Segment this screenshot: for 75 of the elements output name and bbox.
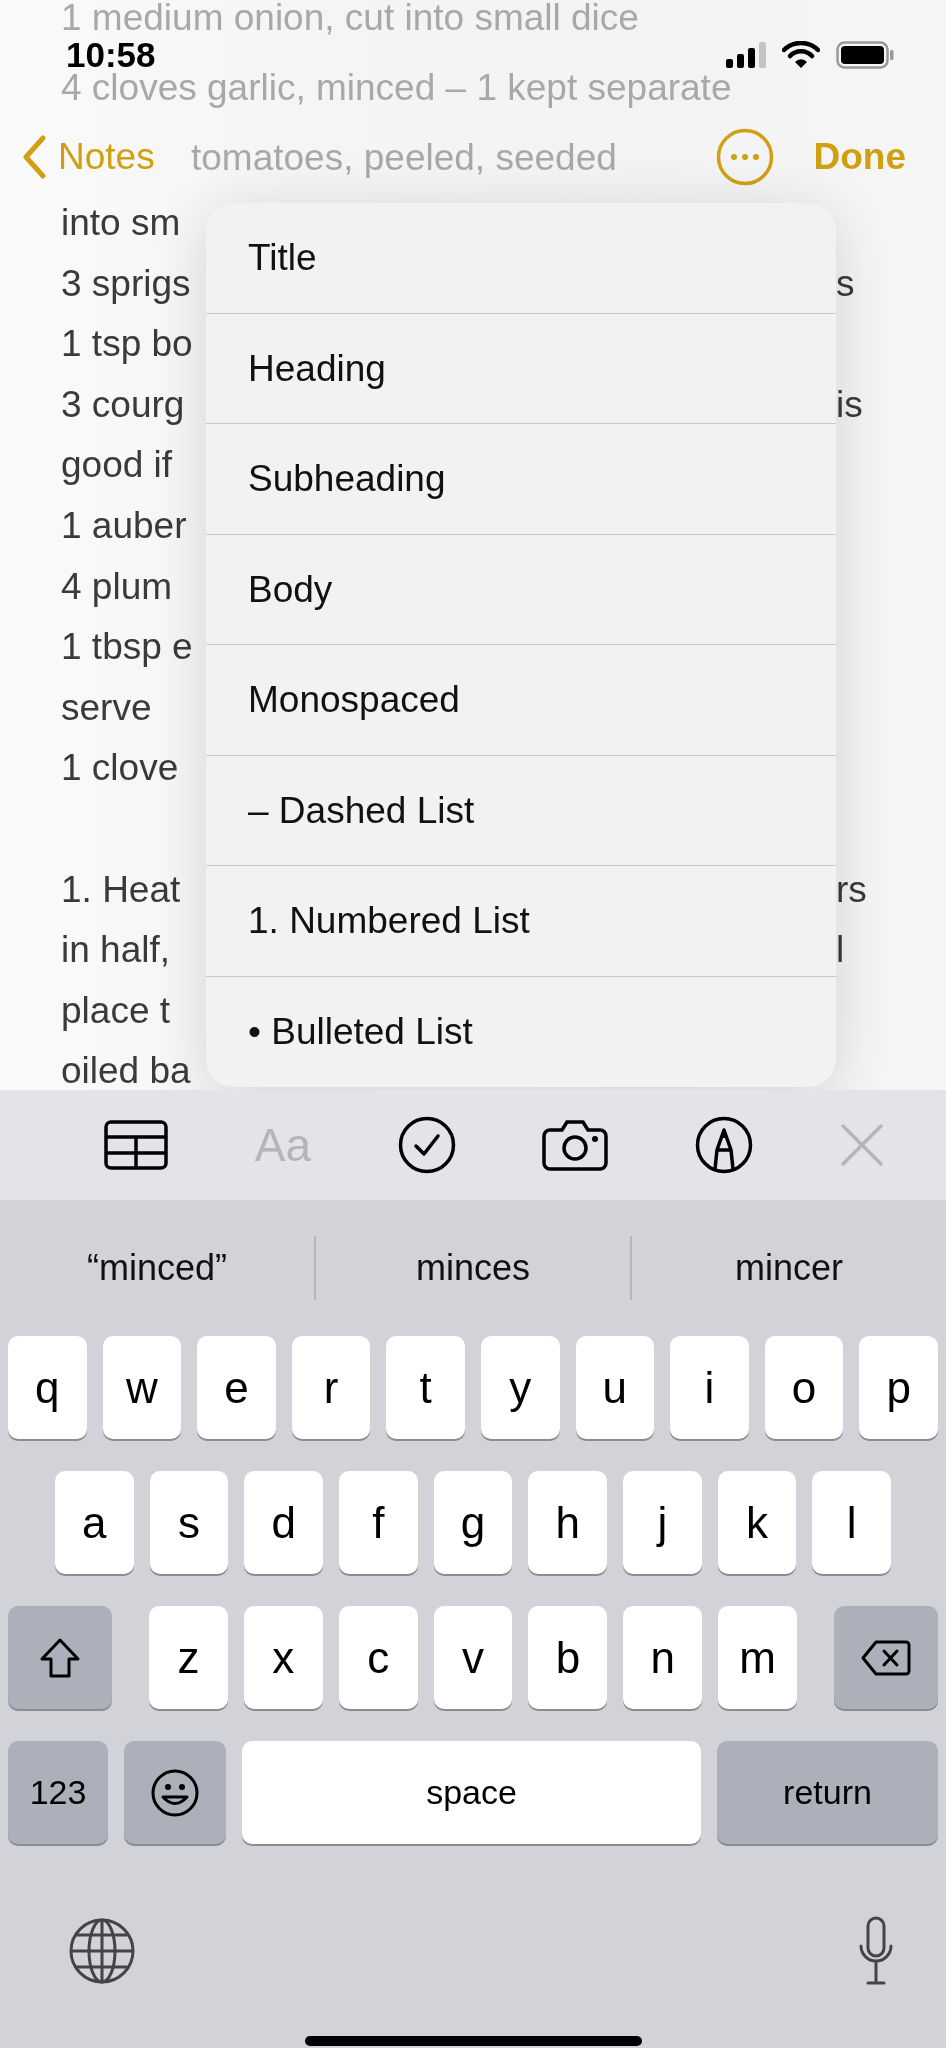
menu-item[interactable]: Subheading <box>206 424 836 535</box>
note-text: 4 plum <box>61 565 173 607</box>
note-text: into sm <box>61 202 181 243</box>
key[interactable]: e <box>197 1336 276 1439</box>
checklist-icon[interactable] <box>397 1116 456 1174</box>
menu-item[interactable]: 1. Numbered List <box>206 866 836 977</box>
note-text: 1 tsp bo <box>61 323 193 365</box>
camera-icon[interactable] <box>542 1119 609 1171</box>
menu-item[interactable]: Monospaced <box>206 645 836 756</box>
key[interactable]: l <box>812 1471 892 1574</box>
key[interactable]: n <box>623 1606 703 1709</box>
battery-icon <box>836 41 894 69</box>
note-text: 1 auber <box>61 504 187 546</box>
note-text: rs <box>836 867 867 912</box>
faded-note-text: tomatoes, peeled, seeded <box>191 137 617 178</box>
menu-item[interactable]: • Bulleted List <box>206 976 836 1087</box>
signal-icon <box>726 42 766 68</box>
note-text: place t <box>61 989 170 1031</box>
note-text: 1 clove <box>61 747 179 789</box>
note-text: 3 sprigs <box>61 262 191 304</box>
key[interactable]: i <box>670 1336 749 1439</box>
note-text: s <box>836 261 855 306</box>
suggestion[interactable]: “minced” <box>0 1240 314 1296</box>
menu-item[interactable]: Heading <box>206 313 836 424</box>
shift-key[interactable] <box>8 1606 112 1709</box>
key[interactable]: o <box>764 1336 844 1439</box>
key[interactable]: f <box>339 1471 418 1574</box>
note-text: is <box>836 382 863 427</box>
numbers-key[interactable]: 123 <box>8 1741 108 1844</box>
key[interactable]: z <box>149 1606 228 1709</box>
globe-icon[interactable] <box>68 1917 136 1985</box>
note-text: 1. Heat <box>61 868 181 910</box>
space-key[interactable]: space <box>242 1741 701 1844</box>
note-text: in half, <box>61 929 170 971</box>
key[interactable]: g <box>433 1471 513 1574</box>
note-text: oiled ba <box>61 1050 191 1090</box>
key[interactable]: w <box>102 1336 182 1439</box>
emoji-key[interactable] <box>124 1741 226 1844</box>
note-text: 3 courg <box>61 383 185 425</box>
key[interactable]: y <box>480 1336 560 1439</box>
wifi-icon <box>782 41 820 69</box>
delete-icon <box>861 1639 911 1676</box>
key[interactable]: q <box>8 1336 87 1439</box>
smiley-icon <box>150 1767 200 1818</box>
menu-item[interactable]: – Dashed List <box>206 755 836 866</box>
return-key[interactable]: return <box>717 1741 938 1844</box>
key[interactable]: x <box>243 1606 323 1709</box>
key[interactable]: b <box>528 1606 608 1709</box>
key[interactable]: p <box>859 1336 938 1439</box>
shift-icon <box>38 1636 82 1679</box>
key[interactable]: c <box>338 1606 418 1709</box>
chevron-left-icon <box>22 135 46 179</box>
menu-item[interactable]: Body <box>206 534 836 645</box>
note-text: serve <box>61 686 152 728</box>
note-text: good if <box>61 444 173 486</box>
key[interactable]: m <box>718 1606 797 1709</box>
key[interactable]: v <box>433 1606 513 1709</box>
delete-key[interactable] <box>834 1606 938 1709</box>
menu-item[interactable]: Title <box>206 203 836 314</box>
key[interactable]: h <box>528 1471 608 1574</box>
key[interactable]: k <box>717 1471 797 1574</box>
key[interactable]: s <box>149 1471 229 1574</box>
table-icon[interactable] <box>104 1120 168 1170</box>
key[interactable]: a <box>55 1471 134 1574</box>
note-text: 1 tbsp e <box>61 626 193 668</box>
note-text: l <box>836 928 845 973</box>
key[interactable]: d <box>244 1471 323 1574</box>
key[interactable]: r <box>291 1336 371 1439</box>
microphone-icon[interactable] <box>858 1916 894 1986</box>
suggestion[interactable]: mincer <box>632 1240 946 1296</box>
key[interactable]: j <box>623 1471 702 1574</box>
pen-icon[interactable] <box>695 1116 754 1174</box>
key[interactable]: u <box>575 1336 655 1439</box>
suggestion[interactable]: minces <box>316 1240 630 1296</box>
key[interactable]: t <box>386 1336 465 1439</box>
